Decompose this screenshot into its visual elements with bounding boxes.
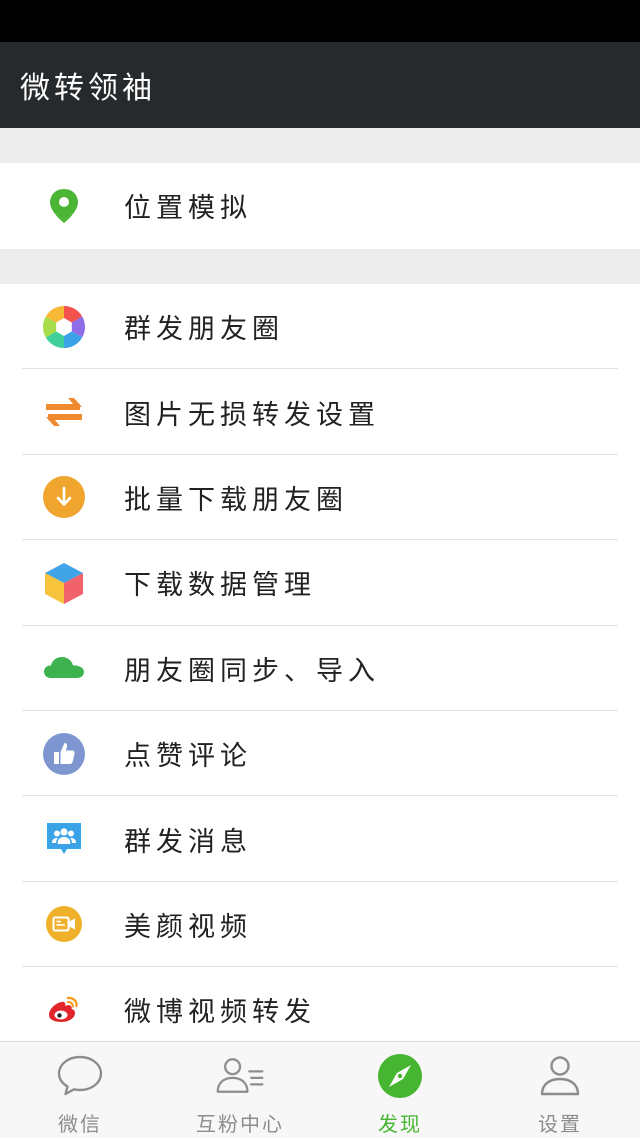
app-bar: 微转领袖: [0, 42, 640, 128]
location-pin-icon: [42, 184, 86, 228]
person-icon: [534, 1050, 586, 1102]
menu-item-moments-sync-import[interactable]: 朋友圈同步、导入: [0, 626, 640, 711]
video-camera-icon: [42, 902, 86, 946]
contacts-icon: [214, 1050, 266, 1102]
camera-aperture-icon: [42, 305, 86, 349]
menu-item-location-simulation[interactable]: 位置模拟: [0, 163, 640, 248]
cube-icon: [42, 561, 86, 605]
menu-item-label: 美颜视频: [124, 911, 252, 943]
menu-item-label: 点赞评论: [124, 741, 252, 773]
bottom-tab-bar: 微信 互粉中心 发现 设置: [0, 1041, 640, 1138]
compass-icon: [374, 1050, 426, 1102]
menu-item-label: 批量下载朋友圈: [124, 484, 348, 516]
menu-item-download-data-management[interactable]: 下载数据管理: [0, 540, 640, 626]
menu-item-beauty-video[interactable]: 美颜视频: [0, 882, 640, 968]
tab-mutual-follow-center[interactable]: 互粉中心: [160, 1042, 320, 1138]
thumbs-up-icon: [42, 732, 86, 776]
menu-item-label: 群发消息: [124, 826, 252, 858]
tab-label: 互粉中心: [196, 1112, 284, 1136]
menu-item-batch-moments[interactable]: 群发朋友圈: [0, 284, 640, 370]
download-circle-icon: [42, 475, 86, 519]
cloud-icon: [42, 646, 86, 690]
menu-item-weibo-video-forward[interactable]: 微博视频转发: [0, 967, 640, 1041]
menu-item-like-comment[interactable]: 点赞评论: [0, 711, 640, 797]
menu-item-label: 图片无损转发设置: [124, 399, 380, 431]
group-message-icon: [42, 817, 86, 861]
menu-item-label: 位置模拟: [124, 193, 252, 225]
tab-discover[interactable]: 发现: [320, 1042, 480, 1138]
transfer-arrows-icon: [42, 390, 86, 434]
tab-label: 发现: [378, 1112, 422, 1136]
chat-bubble-icon: [54, 1050, 106, 1102]
menu-item-label: 朋友圈同步、导入: [124, 655, 380, 687]
page-title: 微转领袖: [20, 71, 156, 106]
status-bar: [0, 0, 640, 42]
tab-label: 微信: [58, 1112, 102, 1136]
menu-section-tools: 群发朋友圈 图片无损转发设置 批量下载朋友圈 下载数据管理 朋友圈同步、导入 点…: [0, 284, 640, 1041]
menu-item-label: 群发朋友圈: [124, 314, 284, 346]
menu-item-group-message[interactable]: 群发消息: [0, 796, 640, 882]
menu-item-label: 下载数据管理: [124, 570, 316, 602]
menu-item-batch-download[interactable]: 批量下载朋友圈: [0, 455, 640, 541]
menu-item-label: 微博视频转发: [124, 997, 316, 1029]
tab-label: 设置: [538, 1112, 582, 1136]
weibo-icon: [42, 988, 86, 1032]
menu-item-lossless-image-settings[interactable]: 图片无损转发设置: [0, 369, 640, 455]
menu-section-location: 位置模拟: [0, 163, 640, 249]
tab-wechat[interactable]: 微信: [0, 1042, 160, 1138]
tab-settings[interactable]: 设置: [480, 1042, 640, 1138]
